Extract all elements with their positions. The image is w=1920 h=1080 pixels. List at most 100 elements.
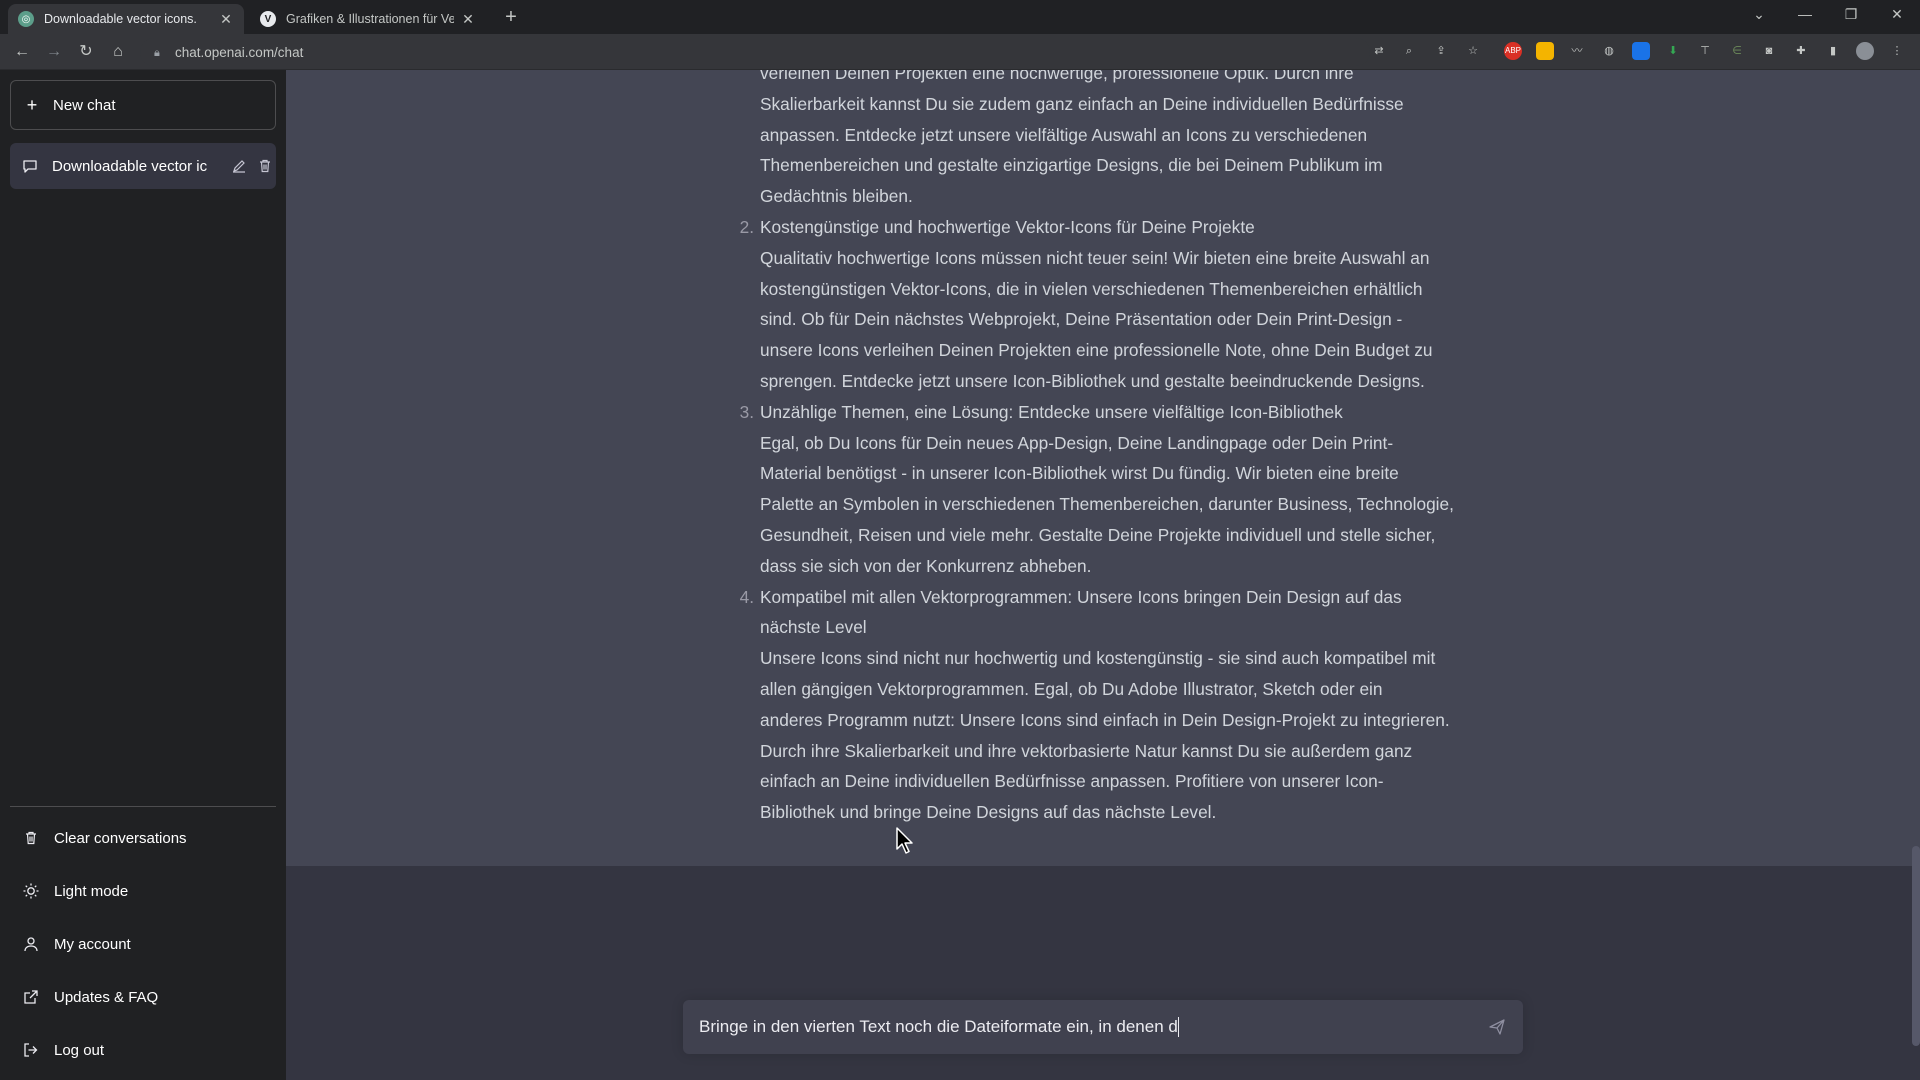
text-line: allen gängigen Vektorprogrammen. Egal, o…: [760, 678, 1383, 699]
text-line: Bibliothek und bringe Deine Designs auf …: [760, 802, 1217, 823]
message-input[interactable]: Bringe in den vierten Text noch die Date…: [683, 1000, 1523, 1054]
text-line: anderes Programm nutzt: Unsere Icons sin…: [760, 709, 1450, 730]
text-line: Material benötigst - in unserer Icon-Bib…: [760, 463, 1399, 484]
forward-icon[interactable]: →: [42, 40, 66, 64]
conversation-title: Downloadable vector ic: [52, 157, 208, 175]
text-line: Qualitativ hochwertige Icons müssen nich…: [760, 247, 1430, 268]
user-icon: [22, 935, 40, 953]
list-number: 3.: [739, 401, 754, 422]
list-number: 4.: [739, 586, 754, 607]
extension-camera-icon[interactable]: ◙: [1760, 42, 1778, 60]
text-line: Skalierbarkeit kannst Du sie zudem ganz …: [760, 93, 1404, 114]
external-link-icon: [22, 988, 40, 1006]
text-line: Unsere Icons sind nicht nur hochwertig u…: [760, 648, 1436, 669]
message-body: verleihen Deinen Projekten eine hochwert…: [740, 70, 1460, 828]
extension-blue-icon[interactable]: [1632, 42, 1650, 60]
back-icon[interactable]: ←: [10, 40, 34, 64]
item-heading: Kostengünstige und hochwertige Vektor-Ic…: [760, 216, 1255, 237]
extension-green-icon[interactable]: ∈: [1728, 42, 1746, 60]
text-line: anpassen. Entdecke jetzt unsere vielfält…: [760, 124, 1368, 145]
message-input-value: Bringe in den vierten Text noch die Date…: [699, 1016, 1178, 1036]
restore-button[interactable]: ❐: [1828, 0, 1874, 30]
tab-active[interactable]: ◎ Downloadable vector icons. ✕: [8, 4, 244, 34]
list-item: 3. Unzählige Themen, eine Lösung: Entdec…: [740, 397, 1460, 582]
sidebar-divider: [10, 806, 276, 807]
assistant-message: verleihen Deinen Projekten eine hochwert…: [286, 70, 1920, 866]
browser-tab-bar: ◎ Downloadable vector icons. ✕ V Grafike…: [0, 0, 1920, 34]
adblock-extension-icon[interactable]: ABP: [1504, 42, 1522, 60]
chat-main: verleihen Deinen Projekten eine hochwert…: [286, 70, 1920, 1080]
item-heading: Unzählige Themen, eine Lösung: Entdecke …: [760, 401, 1343, 422]
updates-faq-label: Updates & FAQ: [54, 988, 159, 1006]
light-mode-label: Light mode: [54, 882, 129, 900]
light-mode-button[interactable]: Light mode: [10, 869, 276, 913]
list-item: 4. Kompatibel mit allen Vektorprogrammen…: [740, 582, 1460, 828]
text-line: verleihen Deinen Projekten eine hochwert…: [760, 70, 1354, 83]
clear-conversations-button[interactable]: Clear conversations: [10, 816, 276, 860]
tab-title: Grafiken & Illustrationen für Vekt: [286, 12, 454, 26]
updates-faq-button[interactable]: Updates & FAQ: [10, 975, 276, 1019]
scrollbar[interactable]: [1912, 846, 1920, 1046]
extension-download-icon[interactable]: ⬇: [1664, 42, 1682, 60]
mouse-cursor-icon: [896, 827, 913, 854]
conversation-item[interactable]: Downloadable vector ic: [10, 143, 276, 189]
minimize-button[interactable]: —: [1782, 0, 1828, 30]
extension-yellow-icon[interactable]: [1536, 42, 1554, 60]
share-icon[interactable]: ⇪: [1432, 42, 1450, 60]
extension-globe-icon[interactable]: ◍: [1600, 42, 1618, 60]
text-line: Durch ihre Skalierbarkeit und ihre vekto…: [760, 740, 1413, 761]
close-tab-icon[interactable]: ✕: [218, 11, 234, 28]
text-line: Gedächtnis bleiben.: [760, 186, 913, 207]
address-bar[interactable]: 🔒︎ chat.openai.com/chat: [140, 38, 1370, 66]
extension-wave-icon[interactable]: 〰: [1568, 42, 1586, 60]
text-line: sind. Ob für Dein nächstes Webprojekt, D…: [760, 309, 1403, 330]
lock-icon: 🔒︎: [154, 46, 160, 59]
trash-icon: [22, 829, 40, 847]
new-chat-button[interactable]: + New chat: [10, 80, 276, 130]
tab-inactive[interactable]: V Grafiken & Illustrationen für Vekt ✕: [250, 4, 486, 34]
delete-icon[interactable]: [254, 155, 276, 177]
side-panel-icon[interactable]: ▮: [1824, 42, 1842, 60]
reload-icon[interactable]: ↻: [74, 40, 98, 64]
home-icon[interactable]: ⌂: [106, 40, 130, 64]
text-line: sprengen. Entdecke jetzt unsere Icon-Bib…: [760, 370, 1425, 391]
extension-pin-icon[interactable]: ⊤: [1696, 42, 1714, 60]
my-account-button[interactable]: My account: [10, 922, 276, 966]
text-caret: [1177, 1017, 1179, 1038]
list-item: 2. Kostengünstige und hochwertige Vektor…: [740, 212, 1460, 397]
text-line: Palette an Symbolen in verschiedenen The…: [760, 494, 1454, 515]
my-account-label: My account: [54, 935, 131, 953]
send-icon[interactable]: [1477, 1007, 1517, 1047]
url-text: chat.openai.com/chat: [175, 44, 304, 60]
bookmark-star-icon[interactable]: ☆: [1464, 42, 1482, 60]
list-number: 2.: [739, 216, 754, 237]
new-tab-button[interactable]: +: [498, 4, 524, 30]
text-line: kostengünstigen Vektor-Icons, die in vie…: [760, 278, 1423, 299]
text-line: unsere Icons verleihen Deinen Projekten …: [760, 340, 1433, 361]
tab-search-icon[interactable]: ⌄: [1736, 0, 1782, 30]
close-window-button[interactable]: ✕: [1874, 0, 1920, 30]
plus-icon: +: [26, 94, 38, 115]
log-out-label: Log out: [54, 1041, 105, 1059]
clear-conversations-label: Clear conversations: [54, 829, 187, 847]
text-line: dass sie sich von der Konkurrenz abheben…: [760, 555, 1092, 576]
extensions-puzzle-icon[interactable]: ✚: [1792, 42, 1810, 60]
browser-toolbar: ← → ↻ ⌂ 🔒︎ chat.openai.com/chat ⇄ ⌕ ⇪ ☆ …: [0, 34, 1920, 70]
text-line: Egal, ob Du Icons für Dein neues App-Des…: [760, 432, 1394, 453]
logout-icon: [22, 1041, 40, 1059]
openai-favicon-icon: ◎: [18, 11, 34, 27]
tab-title: Downloadable vector icons.: [44, 12, 197, 26]
log-out-button[interactable]: Log out: [10, 1028, 276, 1072]
browser-menu-icon[interactable]: ⋮: [1888, 42, 1906, 60]
message-input-text[interactable]: Bringe in den vierten Text noch die Date…: [699, 1017, 1477, 1038]
translate-icon[interactable]: ⇄: [1370, 42, 1388, 60]
site-favicon-icon: V: [260, 11, 276, 27]
new-chat-label: New chat: [53, 96, 116, 114]
edit-icon[interactable]: [228, 155, 250, 177]
zoom-icon[interactable]: ⌕: [1400, 42, 1418, 60]
close-tab-icon[interactable]: ✕: [460, 11, 476, 28]
sun-icon: [22, 882, 40, 900]
item-heading: nächste Level: [760, 617, 867, 638]
profile-avatar[interactable]: [1856, 42, 1874, 60]
text-line: Gesundheit, Reisen und viele mehr. Gesta…: [760, 524, 1436, 545]
